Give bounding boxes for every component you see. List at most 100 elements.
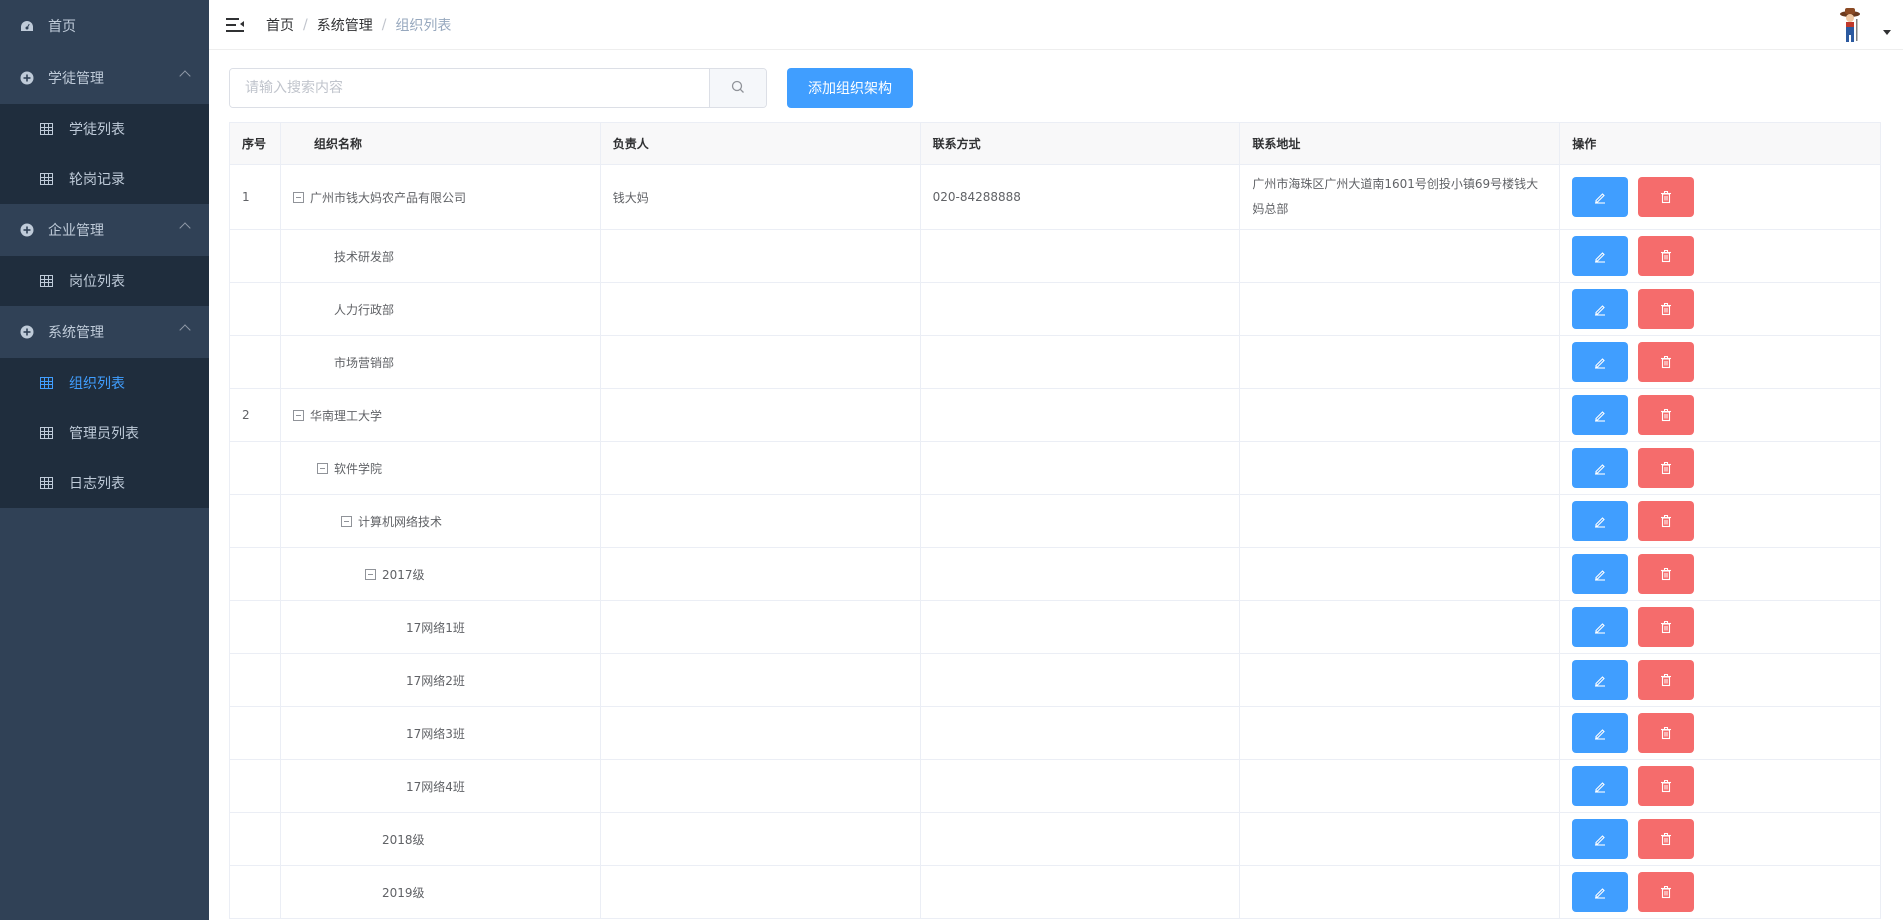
address-cell	[1240, 389, 1561, 441]
edit-icon	[1595, 411, 1606, 422]
edit-button[interactable]	[1572, 448, 1629, 488]
edit-button[interactable]	[1572, 872, 1629, 912]
main-area: 首页 / 系统管理 / 组织列表 请输入搜索内容 添加组织架构 序号 组织名称 …	[209, 0, 1903, 920]
delete-button[interactable]	[1638, 660, 1695, 700]
edit-button[interactable]	[1572, 177, 1629, 217]
organization-name: 2018级	[381, 832, 425, 847]
navbar: 首页 / 系统管理 / 组织列表	[209, 0, 1903, 50]
search-button[interactable]	[709, 69, 766, 107]
delete-button[interactable]	[1638, 872, 1695, 912]
delete-button[interactable]	[1638, 289, 1695, 329]
sidebar-group-1[interactable]: 企业管理	[0, 204, 209, 256]
index-cell	[230, 654, 281, 706]
collapse-icon[interactable]	[292, 191, 304, 203]
owner-cell	[601, 760, 921, 812]
sidebar-item-home[interactable]: 首页	[0, 0, 209, 52]
edit-icon	[1595, 782, 1606, 793]
table-row: 17网络3班	[230, 707, 1881, 760]
edit-icon	[1595, 835, 1606, 846]
collapse-icon[interactable]	[292, 409, 304, 421]
delete-button[interactable]	[1638, 819, 1695, 859]
breadcrumb-home[interactable]: 首页	[266, 15, 294, 35]
search-input[interactable]	[230, 69, 709, 107]
actions-cell	[1560, 601, 1881, 653]
organization-name: 市场营销部	[333, 355, 394, 370]
organization-name: 17网络3班	[405, 726, 465, 741]
delete-button[interactable]	[1638, 766, 1695, 806]
edit-button[interactable]	[1572, 819, 1629, 859]
address-cell	[1240, 283, 1561, 335]
sidebar-subitem-label: 日志列表	[69, 476, 125, 492]
chevron-up-icon	[179, 70, 191, 82]
sidebar-subitem[interactable]: 日志列表	[0, 458, 209, 508]
edit-button[interactable]	[1572, 289, 1629, 329]
name-cell: 市场营销部	[281, 336, 601, 388]
phone-cell	[921, 654, 1241, 706]
index-cell	[230, 760, 281, 812]
sidebar-group-2[interactable]: 系统管理	[0, 306, 209, 358]
actions-cell	[1560, 230, 1881, 282]
sidebar-group-label: 学徒管理	[48, 71, 104, 87]
name-cell: 17网络3班	[281, 707, 601, 759]
sidebar-group-label: 系统管理	[48, 325, 104, 341]
index-cell	[230, 495, 281, 547]
phone-cell	[921, 283, 1241, 335]
edit-button[interactable]	[1572, 501, 1629, 541]
address-cell	[1240, 548, 1561, 600]
delete-button[interactable]	[1638, 501, 1695, 541]
hamburger-icon[interactable]	[226, 17, 244, 33]
sidebar-subitem[interactable]: 管理员列表	[0, 408, 209, 458]
edit-button[interactable]	[1572, 395, 1629, 435]
address-cell	[1240, 336, 1561, 388]
index-cell	[230, 866, 281, 918]
actions-cell	[1560, 442, 1881, 494]
caret-down-icon[interactable]	[1883, 30, 1891, 35]
delete-button[interactable]	[1638, 342, 1695, 382]
plus-circle-icon	[20, 223, 34, 237]
delete-button[interactable]	[1638, 395, 1695, 435]
delete-button[interactable]	[1638, 236, 1695, 276]
collapse-icon[interactable]	[364, 568, 376, 580]
delete-button[interactable]	[1638, 177, 1695, 217]
sidebar-group-label: 企业管理	[48, 223, 104, 239]
edit-button[interactable]	[1572, 554, 1629, 594]
sidebar-subitem[interactable]: 轮岗记录	[0, 154, 209, 204]
edit-button[interactable]	[1572, 713, 1629, 753]
name-cell: 计算机网络技术	[281, 495, 601, 547]
sidebar-subitem[interactable]: 学徒列表	[0, 104, 209, 154]
edit-button[interactable]	[1572, 236, 1629, 276]
add-organization-button[interactable]: 添加组织架构	[787, 68, 913, 108]
breadcrumb-system[interactable]: 系统管理	[317, 15, 373, 35]
name-cell: 17网络2班	[281, 654, 601, 706]
sidebar-subitem[interactable]: 岗位列表	[0, 256, 209, 306]
edit-button[interactable]	[1572, 660, 1629, 700]
toolbar: 添加组织架构	[229, 68, 913, 108]
delete-button[interactable]	[1638, 607, 1695, 647]
sidebar-subitem-label: 岗位列表	[69, 274, 125, 290]
address-cell	[1240, 495, 1561, 547]
sidebar-subitem[interactable]: 组织列表	[0, 358, 209, 408]
organization-name: 广州市钱大妈农产品有限公司	[309, 190, 466, 205]
avatar[interactable]	[1830, 5, 1870, 45]
chevron-up-icon	[179, 324, 191, 336]
delete-button[interactable]	[1638, 713, 1695, 753]
owner-cell	[601, 495, 921, 547]
search-box	[229, 68, 767, 108]
search-icon	[731, 79, 745, 98]
edit-button[interactable]	[1572, 607, 1629, 647]
trash-icon	[1661, 250, 1672, 263]
actions-cell	[1560, 866, 1882, 918]
delete-button[interactable]	[1638, 448, 1695, 488]
edit-button[interactable]	[1572, 342, 1629, 382]
table-row: 1 广州市钱大妈农产品有限公司 钱大妈 020-84288888 广州市海珠区广州大道南…	[230, 165, 1881, 230]
collapse-icon[interactable]	[340, 515, 352, 527]
delete-button[interactable]	[1638, 554, 1695, 594]
edit-button[interactable]	[1572, 766, 1629, 806]
sidebar-group-0[interactable]: 学徒管理	[0, 52, 209, 104]
actions-cell	[1560, 336, 1881, 388]
collapse-icon[interactable]	[316, 462, 328, 474]
owner-cell	[601, 442, 921, 494]
trash-icon	[1661, 833, 1672, 846]
trash-icon	[1661, 568, 1672, 581]
phone-cell	[921, 813, 1241, 865]
